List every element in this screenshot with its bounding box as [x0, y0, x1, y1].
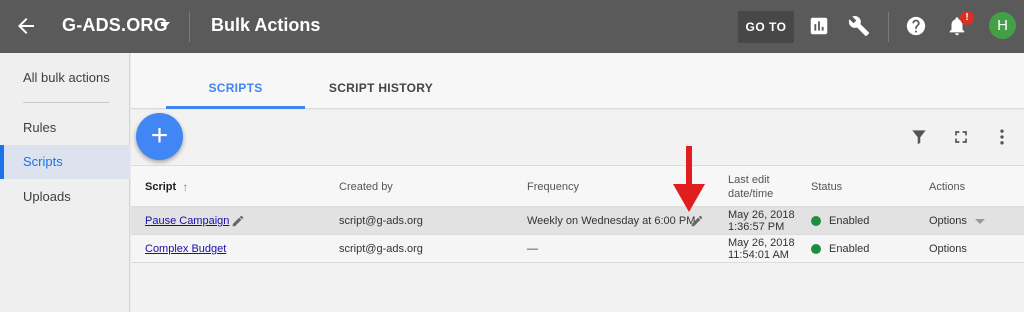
last-edit: May 26, 2018 1:36:57 PM	[728, 207, 795, 235]
column-header-label: Script	[145, 181, 177, 193]
frequency: —	[527, 243, 538, 255]
column-header-created-by[interactable]: Created by	[339, 166, 393, 208]
sidebar: All bulk actions Rules Scripts Uploads	[0, 53, 130, 312]
status: Enabled	[811, 207, 869, 235]
top-bar: G-ADS.ORG Bulk Actions GO TO ! H	[0, 0, 1024, 53]
tab-bar: SCRIPTS SCRIPT HISTORY	[131, 53, 1024, 109]
fullscreen-icon[interactable]	[951, 127, 971, 147]
column-header-actions: Actions	[929, 181, 966, 193]
status-label: Enabled	[829, 243, 870, 255]
status: Enabled	[811, 235, 869, 263]
last-edit-time: 11:54:01 AM	[728, 249, 789, 261]
options-menu[interactable]: Options	[929, 235, 967, 263]
plus-icon: +	[150, 119, 169, 152]
sidebar-item-uploads[interactable]: Uploads	[0, 180, 130, 214]
account-name[interactable]: G-ADS.ORG	[62, 15, 168, 36]
edit-pencil-icon[interactable]	[231, 214, 245, 228]
table-row[interactable]: Pause Campaign script@g-ads.org Weekly o…	[131, 207, 1024, 235]
dropdown-caret-icon[interactable]	[974, 218, 985, 224]
column-header-frequency[interactable]: Frequency	[527, 166, 579, 208]
table-row[interactable]: Complex Budget script@g-ads.org — May 26…	[131, 235, 1024, 263]
last-edit: May 26, 2018 11:54:01 AM	[728, 235, 795, 263]
divider	[189, 12, 190, 42]
reports-icon[interactable]	[808, 15, 830, 37]
created-by: script@g-ads.org	[339, 243, 423, 255]
sidebar-divider	[23, 102, 109, 103]
status-label: Enabled	[829, 215, 870, 227]
divider	[888, 12, 889, 42]
created-by: script@g-ads.org	[339, 215, 423, 227]
last-edit-time: 1:36:57 PM	[728, 221, 785, 233]
dropdown-caret-icon[interactable]	[160, 22, 170, 28]
column-header-last-edit[interactable]: Last edit date/time	[728, 166, 808, 208]
column-header-status[interactable]: Status	[811, 166, 842, 208]
status-dot-icon	[811, 244, 821, 254]
last-edit-date: May 26, 2018	[728, 237, 795, 249]
help-icon[interactable]	[905, 15, 927, 37]
sidebar-item-scripts[interactable]: Scripts	[0, 145, 130, 179]
options-label: Options	[929, 215, 967, 227]
add-script-button[interactable]: +	[136, 113, 183, 160]
script-link[interactable]: Pause Campaign	[145, 215, 229, 227]
last-edit-date: May 26, 2018	[728, 209, 795, 221]
status-dot-icon	[811, 216, 821, 226]
sidebar-item-all-bulk-actions[interactable]: All bulk actions	[0, 61, 130, 95]
frequency: Weekly on Wednesday at 6:00 PM	[527, 215, 696, 227]
sort-up-arrow-icon[interactable]: ↑	[182, 180, 188, 194]
table-header: Script ↑ Created by Frequency Last edit …	[131, 165, 1024, 207]
tools-wrench-icon[interactable]	[848, 15, 870, 37]
back-arrow-icon[interactable]	[14, 14, 38, 38]
options-menu[interactable]: Options	[929, 207, 985, 235]
tab-scripts[interactable]: SCRIPTS	[166, 53, 305, 109]
edit-pencil-icon[interactable]	[690, 214, 704, 228]
goto-button[interactable]: GO TO	[738, 11, 794, 43]
filter-icon[interactable]	[909, 127, 929, 147]
notification-badge: !	[960, 11, 974, 25]
tab-script-history[interactable]: SCRIPT HISTORY	[321, 53, 441, 109]
avatar[interactable]: H	[989, 12, 1016, 39]
script-link[interactable]: Complex Budget	[145, 243, 226, 255]
sidebar-item-rules[interactable]: Rules	[0, 111, 130, 145]
column-header-script[interactable]: Script ↑	[145, 166, 188, 208]
annotation-arrow-icon	[673, 146, 705, 212]
more-vert-icon[interactable]	[992, 127, 1012, 147]
page-title: Bulk Actions	[211, 15, 321, 35]
